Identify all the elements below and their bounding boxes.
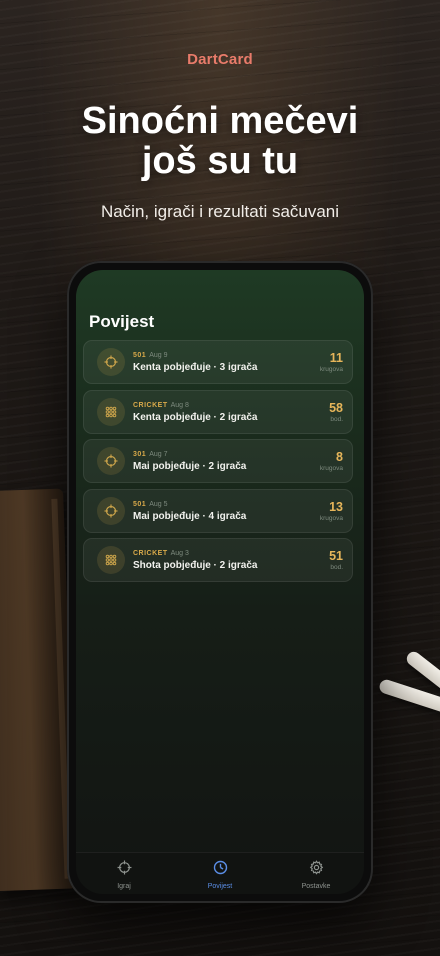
match-mode: CRICKET [133, 401, 168, 409]
match-mode: 301 [133, 451, 147, 459]
chalk-decoration [377, 677, 440, 717]
crosshair-icon [97, 348, 125, 376]
match-score: 13 [329, 499, 343, 514]
match-summary: Mai pobjeđuje · 2 igrača [133, 461, 247, 473]
tab-history[interactable]: Povijest [172, 853, 268, 894]
match-score-unit: krugova [319, 465, 343, 473]
brand-name: DartCard [187, 51, 253, 68]
crosshair-icon [117, 860, 132, 880]
book-decoration [0, 488, 77, 892]
headline-line-1: Sinoćni mečevi [81, 100, 359, 142]
match-score: 58 [329, 400, 343, 415]
crosshair-icon [97, 496, 125, 525]
match-score: 8 [336, 450, 343, 465]
headline: Sinoćni mečevi još su tu [0, 101, 440, 181]
match-date: Aug 5 [149, 500, 168, 508]
gear-icon [309, 860, 324, 880]
match-date: Aug 3 [170, 550, 189, 558]
match-score: 51 [329, 549, 343, 564]
clock-icon [213, 860, 228, 880]
tab-label: Igraj [117, 883, 131, 890]
app-screen: Povijest 501 Aug 9 Kenta pobjeđuje · 3 ig… [76, 270, 364, 894]
match-card[interactable]: 501 Aug 9 Kenta pobjeđuje · 3 igrača 11 k… [83, 340, 353, 384]
tab-bar: Igraj Povijest Postavke [76, 852, 364, 894]
match-summary: Kenta pobjeđuje · 2 igrača [133, 411, 258, 423]
match-score-unit: bod. [330, 564, 343, 572]
crosshair-icon [97, 447, 125, 476]
match-score: 11 [329, 351, 343, 365]
match-score-unit: krugova [319, 366, 343, 373]
match-list: 501 Aug 9 Kenta pobjeđuje · 3 igrača 11 k… [83, 340, 353, 588]
match-score-unit: bod. [330, 415, 343, 423]
phone-frame: Povijest 501 Aug 9 Kenta pobjeđuje · 3 ig… [67, 261, 373, 903]
match-mode: 501 [133, 500, 147, 508]
tab-play[interactable]: Igraj [76, 853, 172, 894]
page-title: Povijest [89, 312, 155, 331]
match-summary: Mai pobjeđuje · 4 igrača [133, 510, 247, 522]
tab-settings[interactable]: Postavke [268, 853, 364, 894]
headline-line-2: još su tu [141, 140, 299, 182]
match-mode: 501 [133, 352, 147, 359]
match-score-unit: krugova [319, 514, 343, 522]
match-card[interactable]: CRICKET Aug 8 Kenta pobjeđuje · 2 igrača … [83, 389, 353, 434]
tab-label: Povijest [207, 883, 233, 890]
match-summary: Shota pobjeđuje · 2 igrača [133, 560, 258, 572]
match-card[interactable]: CRICKET Aug 3 Shota pobjeđuje · 2 igrača … [83, 538, 353, 583]
match-card[interactable]: 301 Aug 7 Mai pobjeđuje · 2 igrača 8 krug… [83, 439, 353, 484]
match-date: Aug 7 [149, 451, 168, 459]
subtitle: Način, igrači i rezultati sačuvani [100, 202, 340, 221]
match-card[interactable]: 501 Aug 5 Mai pobjeđuje · 4 igrača 13 kru… [83, 488, 353, 533]
match-summary: Kenta pobjeđuje · 3 igrača [133, 362, 258, 373]
match-mode: CRICKET [133, 550, 168, 558]
grid-icon [97, 546, 125, 575]
match-date: Aug 8 [170, 401, 189, 409]
match-date: Aug 9 [149, 352, 168, 359]
grid-icon [97, 397, 125, 426]
tab-label: Postavke [301, 883, 331, 890]
